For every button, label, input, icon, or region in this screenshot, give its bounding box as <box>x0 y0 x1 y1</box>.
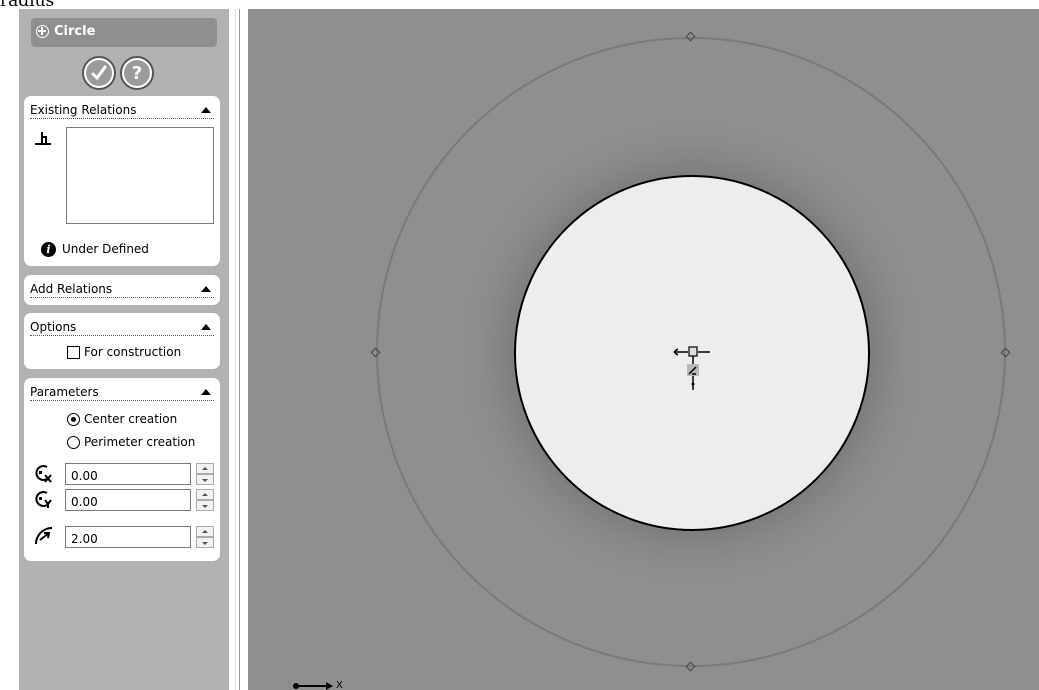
property-manager: Circle ? Existing Relations i Under Defi… <box>19 9 229 690</box>
parameters-header[interactable]: Parameters <box>30 385 214 401</box>
perimeter-creation-label: Perimeter creation <box>84 435 196 449</box>
existing-relations-header[interactable]: Existing Relations <box>30 103 214 119</box>
spin-up-icon[interactable] <box>196 526 214 537</box>
cursor-center-icon <box>673 346 710 390</box>
info-icon: i <box>41 242 56 257</box>
title-text: Circle <box>54 24 96 39</box>
ok-button[interactable] <box>82 56 116 90</box>
spin-down-icon[interactable] <box>196 500 214 511</box>
center-creation-radio[interactable] <box>67 413 80 426</box>
x-axis-icon <box>293 682 333 690</box>
spin-up-icon[interactable] <box>196 489 214 500</box>
options-header[interactable]: Options <box>30 320 214 336</box>
spin-down-icon[interactable] <box>196 474 214 485</box>
radius-spinner[interactable] <box>196 526 214 548</box>
question-mark-icon: ? <box>124 60 150 86</box>
collapse-arrow-icon[interactable] <box>201 389 211 395</box>
center-y-spinner[interactable] <box>196 489 214 511</box>
center-creation-label: Center creation <box>84 412 178 426</box>
collapse-arrow-icon[interactable] <box>201 324 211 330</box>
checkmark-icon <box>86 60 112 86</box>
spin-down-icon[interactable] <box>196 537 214 548</box>
status-text: Under Defined <box>62 242 149 256</box>
for-construction-checkbox[interactable] <box>67 346 80 359</box>
radius-icon <box>35 527 53 545</box>
axis-indicator: X <box>292 680 343 690</box>
relations-icon <box>35 132 51 145</box>
add-relations-group: Add Relations <box>24 275 220 305</box>
center-y-icon <box>35 491 52 508</box>
center-x-spinner[interactable] <box>196 463 214 485</box>
collapse-arrow-icon[interactable] <box>201 107 211 113</box>
left-margin <box>0 9 19 690</box>
center-y-input[interactable] <box>65 489 191 511</box>
spin-up-icon[interactable] <box>196 463 214 474</box>
existing-relations-group: Existing Relations i Under Defined <box>24 96 220 266</box>
graphics-area[interactable]: X <box>248 9 1039 690</box>
radius-input[interactable] <box>65 526 191 548</box>
help-button[interactable]: ? <box>120 56 154 90</box>
parameters-group: Parameters Center creation Perimeter cre… <box>24 378 220 561</box>
collapse-arrow-icon[interactable] <box>201 286 211 292</box>
add-relations-header[interactable]: Add Relations <box>30 282 214 298</box>
panel-splitter[interactable] <box>229 9 248 690</box>
for-construction-label: For construction <box>84 345 182 359</box>
circle-tool-icon <box>36 25 49 38</box>
center-x-input[interactable] <box>65 463 191 485</box>
property-manager-title: Circle <box>31 18 217 47</box>
options-group: Options For construction <box>24 313 220 369</box>
center-x-icon <box>35 465 52 483</box>
perimeter-creation-radio[interactable] <box>67 436 80 449</box>
existing-relations-list[interactable] <box>66 127 214 224</box>
x-axis-label: X <box>336 680 343 690</box>
